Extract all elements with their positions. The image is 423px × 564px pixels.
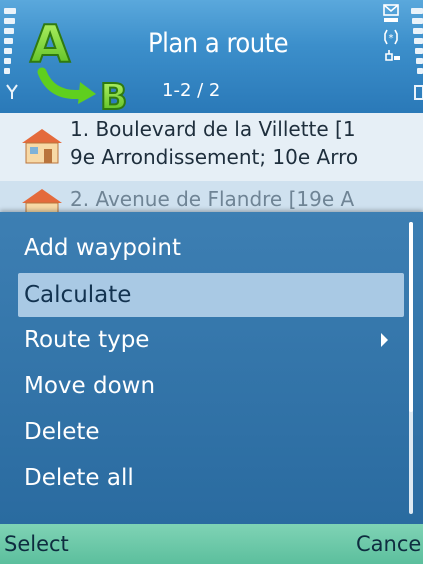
keylock-icon bbox=[385, 50, 400, 61]
page-title: Plan a route bbox=[148, 28, 289, 59]
submenu-arrow-icon bbox=[381, 333, 388, 347]
cancel-softkey[interactable]: Cance bbox=[356, 532, 421, 556]
list-item[interactable]: 1. Boulevard de la Villette [1 9e Arrond… bbox=[0, 113, 423, 181]
bluetooth-icon: * bbox=[384, 29, 398, 45]
menu-item-label: Move down bbox=[24, 373, 156, 399]
menu-item-route-type[interactable]: Route type bbox=[18, 318, 404, 362]
menu-item-move-down[interactable]: Move down bbox=[18, 364, 404, 408]
svg-text:*: * bbox=[389, 33, 394, 44]
options-menu: Add waypoint Calculate Route type Move d… bbox=[0, 212, 423, 524]
route-item-district: 9e Arrondissement; 10e Arro bbox=[70, 145, 359, 169]
route-item-address: 1. Boulevard de la Villette [1 bbox=[70, 117, 356, 141]
route-counter: 1-2 / 2 bbox=[162, 80, 221, 101]
route-item-address: 2. Avenue de Flandre [19e A bbox=[70, 187, 355, 211]
softkey-bar: Select Cance bbox=[0, 524, 423, 564]
scrollbar-thumb[interactable] bbox=[409, 222, 413, 412]
battery-level-icon bbox=[411, 8, 423, 80]
house-icon bbox=[22, 129, 62, 164]
battery-icon bbox=[414, 85, 423, 100]
route-a-to-b-icon: A B bbox=[29, 14, 128, 110]
app-icon-letter-b: B bbox=[100, 77, 127, 110]
menu-item-delete[interactable]: Delete bbox=[18, 410, 404, 454]
menu-item-label: Route type bbox=[24, 327, 150, 353]
menu-scrollbar[interactable] bbox=[409, 222, 413, 514]
message-icon bbox=[383, 4, 399, 22]
select-softkey[interactable]: Select bbox=[4, 532, 69, 556]
menu-item-delete-all[interactable]: Delete all bbox=[18, 456, 404, 500]
app-icon-letter-a: A bbox=[30, 15, 70, 75]
menu-item-label: Add waypoint bbox=[24, 235, 182, 261]
title-pane: A B Plan a route 1-2 / 2 * bbox=[0, 0, 423, 113]
menu-item-label: Delete bbox=[24, 419, 100, 445]
menu-item-label: Delete all bbox=[24, 465, 134, 491]
menu-item-label: Calculate bbox=[24, 282, 132, 308]
menu-item-add-waypoint[interactable]: Add waypoint bbox=[18, 226, 404, 270]
route-list: 1. Boulevard de la Villette [1 9e Arrond… bbox=[0, 113, 423, 223]
menu-item-calculate[interactable]: Calculate bbox=[18, 273, 404, 317]
status-indicators: * bbox=[383, 4, 400, 61]
